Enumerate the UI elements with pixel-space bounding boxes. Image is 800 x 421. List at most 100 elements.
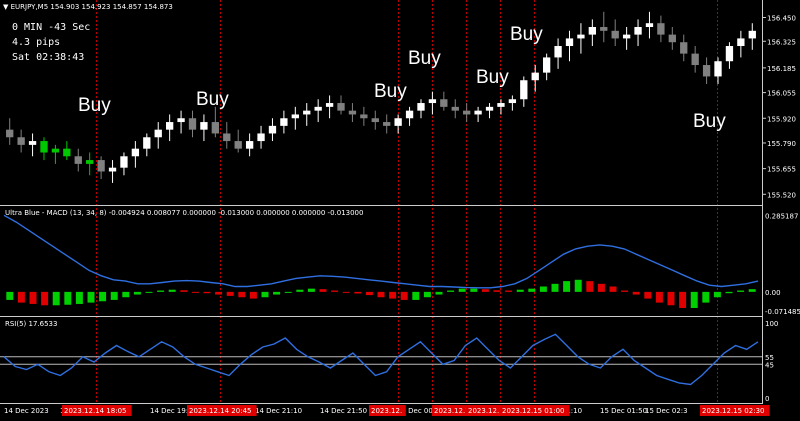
macd-bar [110,291,118,300]
macd-bar [249,291,257,299]
price-label: 156.055 [767,90,796,98]
rsi-line [3,333,759,386]
time-flag-text: 2023.12.15 01:00 [502,407,564,415]
candle-body [383,122,391,126]
price-label: 155.920 [767,115,796,123]
candle-body [554,46,562,58]
candle-body [211,122,220,134]
candle-body [474,110,482,115]
rsi-axis-label: 100 [765,320,778,328]
time-label: 15 Dec 02:3 [645,407,688,415]
candle-body [371,118,379,123]
candle-body [17,137,25,145]
buy-signal-label: Buy [408,48,441,69]
candle-body [405,110,414,119]
candle-body [51,148,60,153]
price-label: 155.655 [767,166,796,174]
macd-axis-label: -0.071485 [765,308,800,316]
candle-body [108,167,117,172]
candle-body [577,34,585,39]
candle-body [337,103,345,111]
macd-bar [75,291,83,304]
price-label: 155.790 [767,140,796,148]
macd-bar [145,291,153,293]
candle-body [725,46,734,62]
macd-bar [481,289,489,292]
macd-bar [377,291,385,298]
macd-bar [655,291,663,303]
candle-body [143,137,151,149]
macd-bar [191,291,199,293]
macd-bar [319,289,327,292]
macd-bar [597,283,605,292]
buy-signal-label: Buy [693,111,726,132]
candle-body [463,110,471,115]
price-axis: 156.450 156.325 156.185 156.055 155.920 155.7… [762,15,796,199]
candle-body [657,23,665,35]
macd-axis-label: 0.00 [765,289,781,297]
candle-body [257,133,265,142]
candle-body [542,57,551,73]
price-label: 156.450 [767,15,796,23]
candle-body [565,38,574,47]
candle-body [154,129,162,138]
indicator-axis: 0.2851870.00-0.07148510055450 [765,212,800,403]
macd-bar [702,291,710,303]
candle-body [748,30,756,39]
candle-body [177,118,185,123]
macd-bar [505,290,513,292]
time-label: 14 Dec 2023 [4,407,49,415]
macd-bar [6,291,14,300]
macd-axis-label: 0.285187 [765,212,798,220]
candle-body [74,156,82,164]
spread-pips: 4.3 pips [12,37,61,48]
macd-bar [632,291,640,295]
macd-bar [528,288,536,292]
candle-body [714,61,722,77]
macd-bar [203,291,211,294]
macd-bar [342,291,350,293]
rsi-axis-label: 0 [765,395,769,403]
macd-bar [29,291,37,304]
buy-signal-label: Buy [196,89,229,110]
candle-body [702,65,711,77]
time-flag-text: 2023.12.14 20:45 [189,407,251,415]
time-flag-text: 2023.12.15 02:30 [702,407,764,415]
candle-body [120,156,128,168]
timer-panel: 0 MIN -43 Sec 4.3 pips Sat 02:38:43 [12,20,90,65]
price-label: 156.185 [767,65,796,73]
macd-title: Ultra Blue - MACD (13, 34, 8) -0.004924 … [5,209,364,217]
macd-bar [307,288,315,292]
bar-timer: 0 MIN -43 Sec [12,22,91,33]
candle-body [268,125,277,134]
candle-body [97,160,105,172]
buy-signal-label: Buy [78,95,111,116]
rsi-title: RSI(5) 17.6533 [5,320,58,328]
macd-bar [168,289,176,292]
time-label: 14 Dec 19:5 [150,407,193,415]
macd-bar [157,290,165,292]
candle-body [622,34,631,39]
candle-body [497,103,505,107]
candle-body [645,23,654,28]
candle-body [417,103,425,111]
time-label: 14 Dec 21:10 [255,407,302,415]
macd-bar [226,291,234,296]
macd-bar [470,288,478,292]
macd-bar [725,291,733,294]
candle-body [440,99,448,107]
macd-bar [64,291,72,305]
macd-bar [238,291,246,298]
candle-body [86,160,94,164]
candle-body [691,53,699,66]
rsi-axis-label: 45 [765,361,774,369]
candle-body [531,72,539,81]
macd-bar [539,286,547,292]
time-label: 15 Dec 01:50 [600,407,647,415]
macd-bar [737,290,745,292]
macd-bar [273,291,281,295]
candle-body [303,110,311,115]
macd-bar [609,286,617,292]
macd-bar [447,290,455,292]
macd-bar [365,291,373,296]
